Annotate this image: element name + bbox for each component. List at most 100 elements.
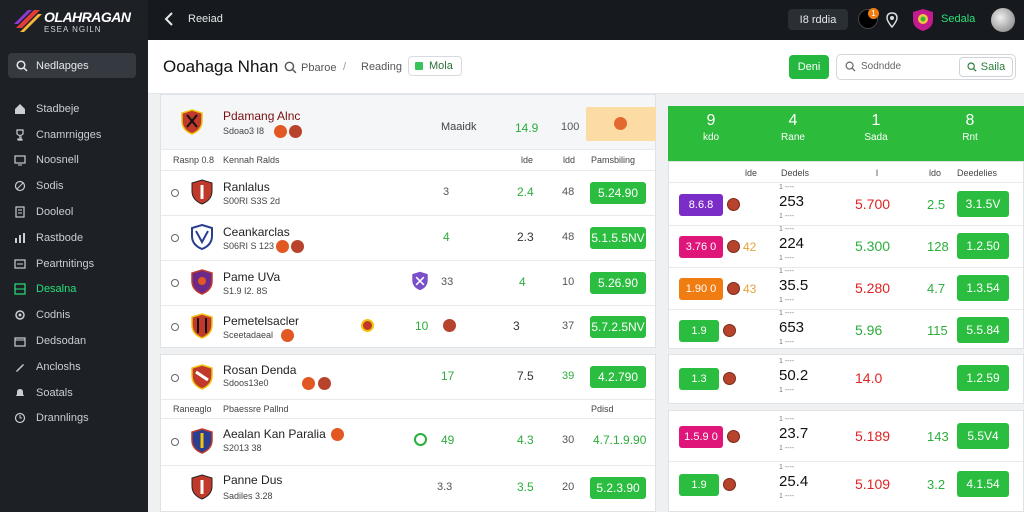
radio-button[interactable] bbox=[171, 234, 179, 242]
row-value-1[interactable]: 4 bbox=[443, 230, 450, 244]
right-table-row[interactable]: 3.76 0 42 1 ---- 224 1 ---- 5.300 128 1.2.50 bbox=[669, 225, 1023, 269]
price-button[interactable]: 5.1.5.5NV bbox=[590, 227, 646, 249]
avatar[interactable] bbox=[991, 8, 1015, 32]
featured-match[interactable]: Pdamang Alnc Sdoao3 I8 Maaidk 14.9 100 bbox=[161, 95, 656, 149]
featured-highlight-box[interactable] bbox=[586, 107, 656, 141]
right-header-col[interactable]: 4 Rane bbox=[768, 112, 818, 143]
sidebar-item-soatals[interactable]: Soatals bbox=[0, 380, 148, 406]
radio-button[interactable] bbox=[171, 279, 179, 287]
location-icon[interactable] bbox=[886, 12, 898, 28]
row-value-2[interactable]: 2.4 bbox=[517, 185, 534, 199]
radio-button[interactable] bbox=[171, 189, 179, 197]
row-value-2[interactable]: 4.3 bbox=[517, 433, 534, 447]
sidebar-item-codnis[interactable]: Codnis bbox=[0, 302, 148, 328]
row-value-2[interactable]: 3.5 bbox=[517, 480, 534, 494]
odds-tag[interactable]: 1.9 bbox=[679, 320, 719, 342]
sidebar-item-dooleol[interactable]: Dooleol bbox=[0, 199, 148, 225]
featured-odd-2[interactable]: 100 bbox=[561, 121, 579, 133]
notification-button[interactable]: 1 bbox=[858, 8, 879, 29]
back-arrow-icon[interactable] bbox=[162, 11, 176, 27]
radio-button[interactable] bbox=[171, 374, 179, 382]
sidebar-item-noosnell[interactable]: Noosnell bbox=[0, 148, 148, 174]
odds-tag[interactable]: 1.5.9 0 bbox=[679, 426, 723, 448]
user-name[interactable]: Sedala bbox=[941, 13, 975, 25]
app-logo[interactable]: OLAHRAGAN ESEA NGILN bbox=[12, 6, 140, 36]
right-header-col[interactable]: 1 Sada bbox=[851, 112, 901, 143]
right-table-row[interactable]: 1.90 0 43 1 ---- 35.5 1 ---- 5.280 4.7 1.3.54 bbox=[669, 267, 1023, 311]
right-row-odd[interactable]: 14.0 bbox=[855, 370, 882, 386]
sidebar-item-cnamrnigges[interactable]: Cnamrnigges bbox=[0, 122, 148, 148]
sidebar-item-peartnitings[interactable]: Peartnitings bbox=[0, 251, 148, 277]
top-bar-badge[interactable]: I8 rddia bbox=[788, 9, 848, 30]
row-value-1[interactable]: 17 bbox=[441, 369, 454, 383]
sidebar-item-drannlings[interactable]: Drannlings bbox=[0, 406, 148, 432]
price-text[interactable]: 4.7.1.9.90 bbox=[593, 433, 646, 447]
right-price-button[interactable]: 5.5.84 bbox=[957, 317, 1009, 343]
price-button[interactable]: 5.26.90 bbox=[590, 272, 646, 294]
search-field[interactable]: Sodndde Saila bbox=[836, 54, 1016, 80]
right-table-row[interactable]: 1.9 1 ---- 653 1 ---- 5.96 115 5.5.84 bbox=[669, 309, 1023, 353]
right-row-value[interactable]: 4.7 bbox=[927, 281, 945, 296]
right-row-value[interactable]: 2.5 bbox=[927, 197, 945, 212]
odds-tag[interactable]: 8.6.8 bbox=[679, 194, 723, 216]
featured-odd-1[interactable]: 14.9 bbox=[515, 121, 538, 135]
right-table-row[interactable]: 1.3 1 ---- 50.2 1 ---- 14.0 1.2.59 bbox=[669, 357, 1023, 401]
price-button[interactable]: 5.7.2.5NV bbox=[590, 316, 646, 338]
right-price-button[interactable]: 3.1.5V bbox=[957, 191, 1009, 217]
right-row-odd[interactable]: 5.96 bbox=[855, 322, 882, 338]
right-price-button[interactable]: 1.2.59 bbox=[957, 365, 1009, 391]
odds-tag[interactable]: 3.76 0 bbox=[679, 236, 723, 258]
odds-tag[interactable]: 1.90 0 bbox=[679, 278, 723, 300]
row-mid-value[interactable]: 49 bbox=[441, 433, 454, 447]
odds-tag[interactable]: 1.3 bbox=[679, 368, 719, 390]
right-row-caption: 1 ---- bbox=[779, 268, 795, 275]
right-header-col[interactable]: 8 Rnt bbox=[945, 112, 995, 143]
sidebar-item-ancloshs[interactable]: Ancloshs bbox=[0, 354, 148, 380]
right-price-button[interactable]: 1.2.50 bbox=[957, 233, 1009, 259]
breadcrumb-1[interactable]: Pbaroe bbox=[284, 61, 336, 74]
right-table-row[interactable]: 1.9 1 ---- 25.4 1 ---- 5.109 3.2 4.1.54 bbox=[669, 463, 1023, 507]
sidebar-item-dedsodan[interactable]: Dedsodan bbox=[0, 328, 148, 354]
right-row-odd[interactable]: 5.280 bbox=[855, 280, 890, 296]
sidebar-item-rastbode[interactable]: Rastbode bbox=[0, 225, 148, 251]
right-row-odd[interactable]: 5.189 bbox=[855, 428, 890, 444]
table-row[interactable]: Ceankarclas S06RI S 123 4 2.3 48 5.1.5.5… bbox=[161, 216, 655, 260]
breadcrumb-2[interactable]: Reading bbox=[361, 61, 402, 73]
table-row[interactable]: Rosan Denda Sdoos13e0 17 7.5 39 4.2.790 bbox=[161, 355, 655, 399]
table-row[interactable]: Panne Dus Sadiles 3.28 3.3 3.5 20 5.2.3.… bbox=[161, 466, 655, 512]
price-button[interactable]: 5.2.3.90 bbox=[590, 477, 646, 499]
sidebar-search[interactable]: Nedlapges bbox=[8, 53, 136, 78]
user-shield-icon[interactable] bbox=[912, 8, 934, 32]
radio-button[interactable] bbox=[171, 438, 179, 446]
right-row-value[interactable]: 128 bbox=[927, 239, 949, 254]
price-button[interactable]: 5.24.90 bbox=[590, 182, 646, 204]
sidebar-item-sodis[interactable]: Sodis bbox=[0, 173, 148, 199]
right-table-row[interactable]: 8.6.8 1 ---- 253 1 ---- 5.700 2.5 3.1.5V bbox=[669, 183, 1023, 227]
right-price-button[interactable]: 1.3.54 bbox=[957, 275, 1009, 301]
status-chip[interactable]: Mola bbox=[408, 56, 462, 76]
right-row-odd[interactable]: 5.109 bbox=[855, 476, 890, 492]
sidebar-item-stadbeje[interactable]: Stadbeje bbox=[0, 96, 148, 122]
section-col-header-5: Pdisd bbox=[591, 404, 614, 414]
right-row-value[interactable]: 115 bbox=[927, 323, 948, 338]
odds-tag[interactable]: 1.9 bbox=[679, 474, 719, 496]
price-button[interactable]: 4.2.790 bbox=[590, 366, 646, 388]
row-value-2[interactable]: 4 bbox=[519, 275, 526, 289]
right-row-value[interactable]: 3.2 bbox=[927, 477, 945, 492]
right-table-row[interactable]: 1.5.9 0 1 ---- 23.7 1 ---- 5.189 143 5.5V4 bbox=[669, 415, 1023, 459]
right-price-button[interactable]: 5.5V4 bbox=[957, 423, 1009, 449]
row-mid-value[interactable]: 10 bbox=[415, 319, 428, 333]
sidebar-item-desalna[interactable]: Desalna bbox=[0, 277, 148, 303]
table-row[interactable]: Aealan Kan Paralia S2013 38 49 4.3 30 4.… bbox=[161, 419, 655, 465]
radio-button[interactable] bbox=[171, 323, 179, 331]
search-button[interactable]: Saila bbox=[959, 57, 1013, 77]
right-price-button[interactable]: 4.1.54 bbox=[957, 471, 1009, 497]
primary-button[interactable]: Deni bbox=[789, 55, 829, 79]
table-row[interactable]: Ranlalus S00RI S3S 2d 3 2.4 48 5.24.90 bbox=[161, 171, 655, 215]
table-row[interactable]: Pemetelsacler Sceetadaeal 10 3 37 5.7.2.… bbox=[161, 306, 655, 348]
table-row[interactable]: Pame UVa S1.9 I2. 8S 33 4 10 5.26.90 bbox=[161, 261, 655, 305]
right-row-value[interactable]: 143 bbox=[927, 429, 949, 444]
right-row-odd[interactable]: 5.700 bbox=[855, 196, 890, 212]
right-row-odd[interactable]: 5.300 bbox=[855, 238, 890, 254]
right-header-col[interactable]: 9 kdo bbox=[686, 112, 736, 143]
